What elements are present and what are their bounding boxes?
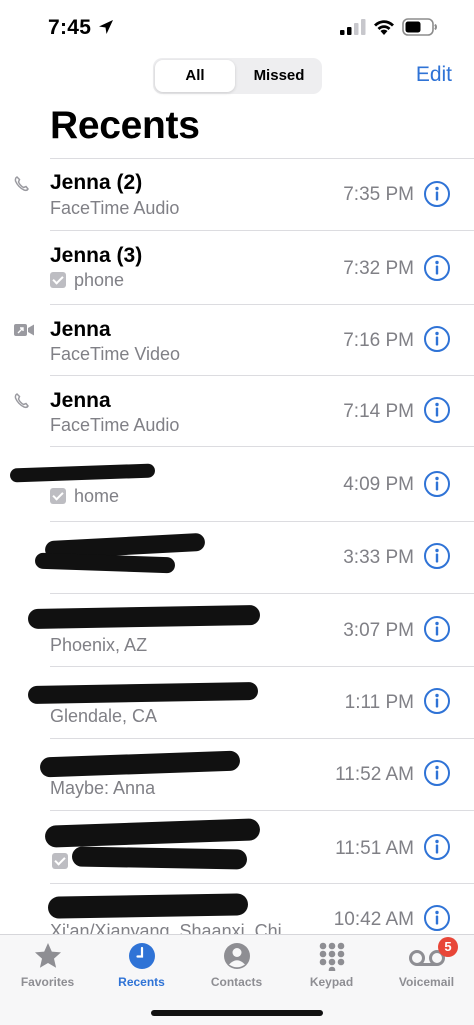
- info-icon[interactable]: [423, 470, 451, 498]
- tab-keypad[interactable]: Keypad: [284, 935, 379, 1005]
- call-time: 4:09 PM: [343, 474, 414, 495]
- info-icon[interactable]: [423, 687, 451, 715]
- call-row[interactable]: Jenna (3) phone 7:32 PM: [0, 230, 474, 304]
- phone-handset-icon: [14, 393, 29, 409]
- tab-favorites[interactable]: Favorites: [0, 935, 95, 1005]
- info-icon[interactable]: [423, 254, 451, 282]
- redaction-scribble: [34, 552, 176, 574]
- call-subtitle-text: home: [74, 486, 120, 506]
- redaction-scribble: [71, 846, 248, 870]
- call-subtitle: FaceTime Audio: [50, 198, 180, 218]
- call-subtitle: home: [50, 486, 119, 507]
- tab-label: Voicemail: [398, 975, 455, 989]
- row-divider: [50, 158, 474, 159]
- voicemail-badge: 5: [438, 937, 458, 957]
- filter-segmented-control: All Missed: [153, 58, 322, 94]
- home-indicator: [151, 1010, 323, 1016]
- tab-voicemail[interactable]: 5 Voicemail: [379, 935, 474, 1005]
- row-divider: [50, 230, 474, 231]
- call-subtitle: phone: [50, 270, 124, 291]
- call-row[interactable]: home 4:09 PM: [0, 446, 474, 521]
- status-time: 7:45: [48, 16, 92, 39]
- call-subtitle-text: phone: [74, 270, 125, 290]
- call-subtitle: Maybe: Anna: [50, 778, 156, 798]
- keypad-icon: [319, 942, 344, 971]
- call-time: 11:51 AM: [335, 838, 414, 859]
- caller-name: Jenna: [50, 389, 111, 412]
- redaction-scribble: [9, 463, 156, 483]
- row-divider: [50, 810, 474, 811]
- call-row[interactable]: Jenna FaceTime Audio 7:14 PM: [0, 375, 474, 446]
- call-time: 7:32 PM: [343, 258, 414, 279]
- info-icon[interactable]: [423, 615, 451, 643]
- row-divider: [50, 593, 474, 594]
- call-row[interactable]: Phoenix, AZ 3:07 PM: [0, 593, 474, 666]
- tab-recents[interactable]: Recents: [94, 935, 189, 1005]
- call-row[interactable]: Jenna FaceTime Video 7:16 PM: [0, 304, 474, 375]
- call-row[interactable]: Maybe: Anna 11:52 AM: [0, 738, 474, 810]
- call-row[interactable]: Jenna (2) FaceTime Audio 7:35 PM: [0, 158, 474, 230]
- wifi-icon: [374, 20, 394, 35]
- redaction-scribble: [27, 604, 261, 630]
- status-bar: 7:45: [0, 0, 474, 56]
- row-divider: [50, 304, 474, 305]
- call-subtitle: Phoenix, AZ: [50, 635, 148, 655]
- call-time: 7:16 PM: [343, 330, 414, 351]
- redaction-scribble: [44, 818, 261, 848]
- call-time: 7:14 PM: [343, 401, 414, 422]
- call-time: 3:07 PM: [343, 620, 414, 641]
- person-icon: [223, 943, 250, 969]
- location-arrow-icon: [99, 20, 113, 34]
- info-icon[interactable]: [423, 325, 451, 353]
- star-icon: [34, 943, 61, 968]
- edit-button[interactable]: Edit: [416, 63, 452, 87]
- tab-label: Keypad: [309, 975, 354, 989]
- phone-handset-icon: [14, 176, 29, 192]
- tab-contacts[interactable]: Contacts: [189, 935, 284, 1005]
- row-divider: [50, 521, 474, 522]
- row-divider: [50, 883, 474, 884]
- call-row[interactable]: 11:51 AM: [0, 810, 474, 883]
- caller-name: Jenna (3): [50, 244, 143, 267]
- call-time: 1:11 PM: [344, 692, 414, 713]
- info-icon[interactable]: [423, 542, 451, 570]
- info-icon[interactable]: [423, 833, 451, 861]
- redaction-scribble: [27, 681, 259, 705]
- cellular-signal-icon: [340, 19, 366, 35]
- clock-icon: [128, 943, 155, 969]
- redaction-scribble: [47, 893, 249, 919]
- info-icon[interactable]: [423, 396, 451, 424]
- tab-label: Recents: [118, 975, 165, 989]
- row-divider: [50, 375, 474, 376]
- call-subtitle: Glendale, CA: [50, 706, 158, 726]
- call-row[interactable]: 3:33 PM: [0, 521, 474, 593]
- segment-all[interactable]: All: [155, 60, 235, 92]
- tab-label: Favorites: [20, 975, 75, 989]
- caller-name: Jenna: [50, 318, 111, 341]
- video-camera-icon: [14, 324, 34, 336]
- call-time: 11:52 AM: [335, 764, 414, 785]
- checkbox-icon: [50, 272, 66, 288]
- tab-label: Contacts: [210, 975, 263, 989]
- call-time: 7:35 PM: [343, 184, 414, 205]
- caller-name: Jenna (2): [50, 171, 143, 194]
- battery-icon: [402, 18, 437, 36]
- row-divider: [50, 666, 474, 667]
- info-icon[interactable]: [423, 904, 451, 932]
- checkbox-icon: [50, 488, 66, 504]
- row-divider: [50, 446, 474, 447]
- call-row[interactable]: Glendale, CA 1:11 PM: [0, 666, 474, 738]
- call-time: 10:42 AM: [333, 909, 414, 930]
- call-subtitle: FaceTime Audio: [50, 415, 180, 435]
- row-divider: [50, 738, 474, 739]
- info-icon[interactable]: [423, 759, 451, 787]
- call-time: 3:33 PM: [343, 547, 414, 568]
- info-icon[interactable]: [423, 180, 451, 208]
- redaction-scribble: [39, 750, 241, 778]
- call-subtitle: FaceTime Video: [50, 344, 181, 364]
- checkbox-icon: [52, 853, 68, 869]
- page-title: Recents: [50, 104, 200, 147]
- segment-missed[interactable]: Missed: [239, 60, 319, 92]
